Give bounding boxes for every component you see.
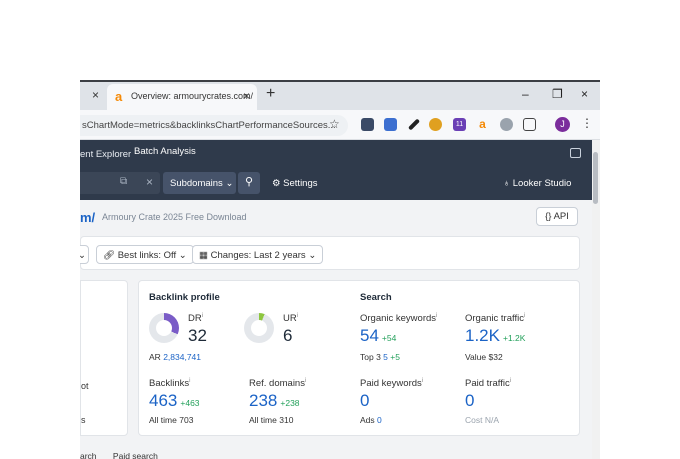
extension-4-icon[interactable]: [429, 118, 442, 131]
changes-label: Changes: Last 2 years: [210, 250, 306, 261]
extension-2-icon[interactable]: [384, 118, 397, 131]
ref-domains-label[interactable]: Ref. domainsi: [249, 378, 306, 389]
left-card-text-2: s: [81, 415, 86, 425]
calendar-icon: ▦: [199, 250, 208, 261]
page-title[interactable]: m/: [80, 210, 95, 225]
ur-donut-chart: [244, 313, 274, 343]
scope-dropdown[interactable]: Subdomains ⌄: [163, 172, 236, 194]
search-icon: ⚲: [244, 176, 254, 188]
pen-extension-icon[interactable]: [407, 118, 421, 131]
search-button[interactable]: ⚲: [238, 172, 260, 194]
organic-traffic-value[interactable]: 1.2K +1.2K: [465, 326, 525, 346]
browser-window: × a Overview: armourycrates.com/ × + – ❐…: [80, 80, 600, 459]
minimize-button[interactable]: –: [522, 87, 529, 101]
cost-row: Cost N/A: [465, 415, 500, 425]
app-header: ent Explorer Batch Analysis ⧉ × Subdomai…: [80, 140, 592, 200]
api-label: API: [553, 211, 569, 222]
search-section-title: Search: [360, 292, 392, 303]
bottom-tabs: arch Paid search: [80, 451, 158, 459]
looker-icon: ♁: [503, 178, 511, 189]
open-external-icon[interactable]: ⧉: [120, 176, 127, 187]
paid-keywords-value[interactable]: 0: [360, 391, 369, 411]
nav-content-explorer[interactable]: ent Explorer: [80, 149, 131, 160]
extension-badge-icon[interactable]: 11: [453, 118, 466, 131]
best-links-filter[interactable]: 🔗︎ Best links: Off ⌄: [96, 245, 194, 264]
tab-paid-search[interactable]: Paid search: [113, 451, 158, 459]
backlink-profile-title: Backlink profile: [149, 292, 220, 303]
extension-1-icon[interactable]: [361, 118, 374, 131]
chevron-down-icon: ⌄: [80, 250, 86, 261]
prev-tab-close-icon[interactable]: ×: [92, 88, 99, 102]
nav-batch-analysis[interactable]: Batch Analysis: [134, 146, 196, 157]
paid-traffic-label[interactable]: Paid traffici: [465, 378, 511, 389]
ads-row: Ads 0: [360, 415, 382, 425]
gear-icon: ⚙: [272, 178, 281, 189]
left-card-text-1: ot: [81, 381, 89, 391]
scope-label: Subdomains: [170, 178, 223, 189]
ref-domains-alltime: All time 310: [249, 415, 294, 425]
ref-domains-delta: +238: [280, 398, 300, 408]
dr-label[interactable]: DRi: [188, 313, 203, 324]
tab-organic-search[interactable]: arch: [80, 451, 97, 459]
clear-input-icon[interactable]: ×: [146, 175, 153, 189]
looker-label: Looker Studio: [512, 178, 572, 189]
link-icon: 🔗︎: [103, 250, 116, 261]
settings-label: Settings: [283, 178, 318, 189]
ar-row: AR 2,834,741: [149, 352, 202, 362]
backlinks-alltime: All time 703: [149, 415, 194, 425]
bookmark-star-icon[interactable]: ☆: [329, 117, 340, 131]
looker-studio-button[interactable]: ♁ Looker Studio: [503, 178, 571, 189]
extensions-puzzle-icon[interactable]: [523, 118, 536, 131]
panel-icon[interactable]: [570, 148, 581, 158]
best-links-label: Best links: Off: [117, 250, 177, 261]
scrollbar-thumb[interactable]: [593, 152, 598, 204]
settings-button[interactable]: ⚙ Settings: [272, 178, 318, 189]
restore-button[interactable]: ❐: [552, 87, 563, 101]
changes-filter[interactable]: ▦ Changes: Last 2 years ⌄: [192, 245, 324, 264]
chevron-down-icon: ⌄: [178, 250, 187, 261]
page-subtitle: Armoury Crate 2025 Free Download: [102, 212, 247, 222]
organic-traffic-label[interactable]: Organic traffici: [465, 313, 525, 324]
ahrefs-favicon-icon: a: [115, 89, 123, 104]
browser-menu-icon[interactable]: ⋮: [581, 116, 593, 130]
paid-traffic-value[interactable]: 0: [465, 391, 474, 411]
top3-row: Top 3 5 +5: [360, 352, 400, 362]
tab-title: Overview: armourycrates.com/: [131, 91, 254, 101]
overview-card: Backlink profile DRi 32 AR 2,834,741 URi…: [138, 280, 580, 436]
ur-label[interactable]: URi: [283, 313, 298, 324]
profile-avatar[interactable]: J: [555, 117, 570, 132]
tab-overview[interactable]: a Overview: armourycrates.com/ ×: [107, 84, 257, 110]
organic-keywords-label[interactable]: Organic keywordsi: [360, 313, 437, 324]
organic-keywords-delta: +54: [381, 333, 397, 343]
organic-keywords-value[interactable]: 54 +54: [360, 326, 396, 346]
dr-donut-chart: [149, 313, 179, 343]
left-card: ot s: [80, 280, 128, 436]
ur-value: 6: [283, 326, 293, 345]
dr-value: 32: [188, 326, 207, 345]
traffic-value-row: Value $32: [465, 352, 503, 362]
ref-domains-value[interactable]: 238 +238: [249, 391, 300, 411]
filter-bar: ⌄ 🔗︎ Best links: Off ⌄ ▦ Changes: Last 2…: [80, 236, 580, 270]
new-tab-button[interactable]: +: [266, 85, 275, 103]
ahrefs-extension-icon[interactable]: a: [476, 118, 489, 131]
tab-strip: × a Overview: armourycrates.com/ × + – ❐…: [80, 82, 600, 110]
url-field[interactable]: sChartMode=metrics&backlinksChartPerform…: [80, 115, 348, 136]
address-bar-row: sChartMode=metrics&backlinksChartPerform…: [80, 110, 600, 140]
paid-keywords-label[interactable]: Paid keywordsi: [360, 378, 423, 389]
chevron-down-icon: ⌄: [308, 250, 317, 261]
extension-globe-icon[interactable]: [500, 118, 513, 131]
backlinks-delta: +463: [180, 398, 200, 408]
ar-value[interactable]: 2,834,741: [163, 352, 201, 362]
filter-chip-partial[interactable]: ⌄: [80, 245, 89, 264]
tab-close-icon[interactable]: ×: [243, 89, 250, 103]
backlinks-label[interactable]: Backlinksi: [149, 378, 190, 389]
organic-traffic-delta: +1.2K: [502, 333, 526, 343]
chevron-down-icon: ⌄: [225, 178, 234, 189]
backlinks-value[interactable]: 463 +463: [149, 391, 200, 411]
close-window-button[interactable]: ×: [581, 87, 588, 101]
api-button[interactable]: {} API: [536, 207, 578, 226]
code-icon: {}: [545, 211, 552, 222]
